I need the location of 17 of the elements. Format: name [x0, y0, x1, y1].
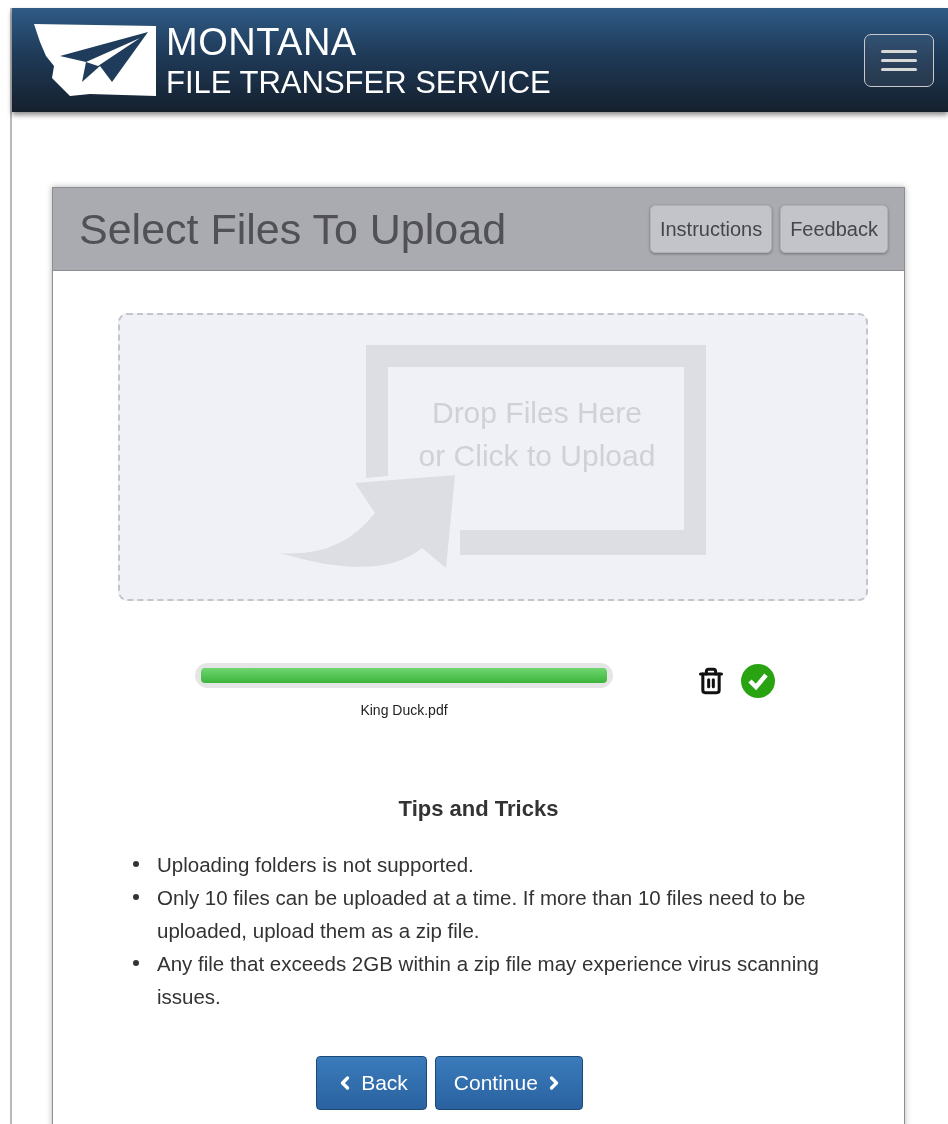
menu-button[interactable] [864, 33, 934, 87]
tip-text: Only 10 files can be uploaded at a time. If more than 10 files need to be uploaded, upload them as a zip file. [157, 885, 807, 944]
bullet-dot [133, 861, 139, 867]
tips-title: Tips and Tricks [397, 796, 560, 822]
site-subtitle: FILE TRANSFER SERVICE [166, 66, 551, 98]
delete-icon[interactable] [697, 667, 725, 695]
header-button[interactable]: Instructions [649, 205, 773, 253]
bullet-dot [133, 894, 139, 900]
back-button[interactable]: Back [316, 1056, 427, 1110]
header-button[interactable]: Feedback [780, 205, 888, 253]
bullet-dot [133, 960, 139, 966]
tip-text: Any file that exceeds 2GB within a zip file may experience virus scanning issues. [157, 951, 821, 1010]
tip-text: Uploading folders is not supported. [157, 852, 474, 878]
site-title: MONTANA [166, 22, 358, 61]
card-title: Select Files To Upload [79, 204, 507, 254]
file-name: King Duck.pdf [360, 702, 448, 718]
continue-button[interactable]: Continue [434, 1056, 583, 1110]
